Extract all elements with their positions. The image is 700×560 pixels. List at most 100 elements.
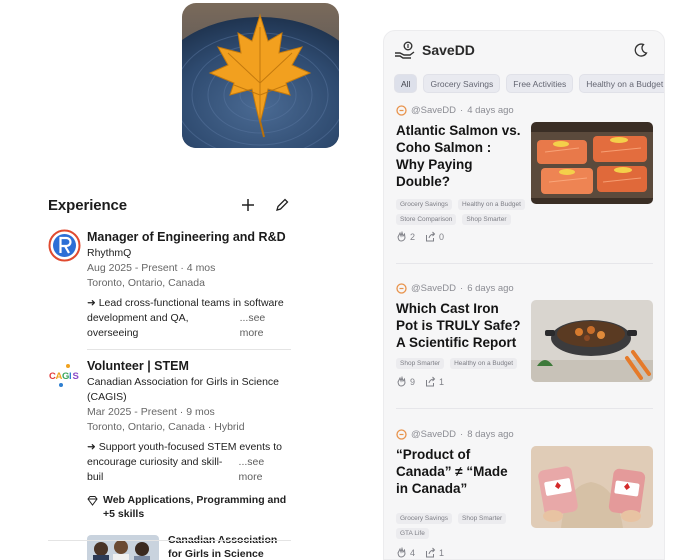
post-title[interactable]: “Product of Canada” ≠ “Made in Canada” (396, 446, 522, 497)
see-more-link[interactable]: ...see more (239, 455, 291, 485)
tag[interactable]: Grocery Savings (396, 513, 453, 524)
post-image-product-of-canada[interactable] (531, 446, 653, 528)
meta-separator: · (460, 428, 464, 440)
like-count: 2 (410, 231, 416, 242)
experience-actions (239, 196, 291, 214)
job-title[interactable]: Manager of Engineering and R&D (87, 229, 291, 246)
post-meta: @SaveDD · 6 days ago (396, 281, 653, 295)
author-avatar-icon (396, 282, 407, 294)
job-description-line: development and QA, overseeing (87, 312, 189, 339)
chip-healthy-on-a-budget[interactable]: Healthy on a Budget (579, 74, 664, 93)
app-header: SaveDD (384, 31, 664, 69)
post-image-salmon[interactable] (531, 122, 653, 204)
svg-text:I: I (69, 371, 72, 382)
like-stat[interactable]: 2 (396, 231, 415, 242)
post-author[interactable]: @SaveDD (411, 283, 456, 294)
chip-grocery-savings[interactable]: Grocery Savings (423, 74, 501, 93)
media-attachment[interactable]: Canadian Association for Girls in Scienc… (87, 533, 291, 560)
skills-text: Web Applications, Programming and +5 ski… (103, 494, 287, 520)
post-age: 6 days ago (467, 282, 514, 294)
job-description: ➜ Lead cross-functional teams in softwar… (87, 296, 291, 341)
tag[interactable]: Healthy on a Budget (450, 358, 518, 369)
author-avatar-icon (396, 104, 407, 116)
tag[interactable]: Shop Smarter (462, 214, 511, 225)
company-name: Canadian Association for Girls in Scienc… (87, 376, 280, 403)
svg-text:S: S (73, 371, 79, 382)
job-description-line: ➜ Support youth-focused STEM events to (87, 441, 282, 453)
clap-icon (397, 547, 406, 558)
tag[interactable]: GTA Life (396, 528, 429, 539)
share-stat[interactable]: 0 (425, 231, 444, 242)
media-title[interactable]: Canadian Association for Girls in Scienc… (168, 533, 291, 560)
experience-item-cagis[interactable]: C A G I S Volunteer | STEM Canadian Asso… (48, 358, 291, 560)
job-location: Toronto, Ontario, Canada (87, 277, 205, 289)
experience-section: Experience Manager of Engineering and R&… (48, 190, 291, 560)
share-icon (426, 376, 436, 387)
clap-icon (397, 376, 406, 387)
tag[interactable]: Shop Smarter (396, 358, 445, 369)
share-icon (426, 547, 436, 558)
share-count: 1 (439, 376, 445, 387)
post-card[interactable]: @SaveDD · 6 days ago Which Cast Iron Pot… (396, 281, 653, 411)
post-title[interactable]: Which Cast Iron Pot is TRULY Safe? A Sci… (396, 300, 522, 351)
like-count: 9 (410, 376, 416, 387)
post-tags: Grocery Savings Healthy on a Budget Stor… (396, 199, 526, 225)
brand[interactable]: SaveDD (394, 41, 475, 59)
company-name: RhythmQ (87, 247, 132, 259)
see-more-link[interactable]: ...see more (240, 311, 291, 341)
experience-title: Experience (48, 196, 128, 214)
job-description-line: ➜ Lead cross-functional teams in softwar… (87, 297, 284, 309)
tag[interactable]: Grocery Savings (396, 199, 453, 210)
job-dates: Aug 2025 - Present · 4 mos (87, 262, 216, 274)
meta-separator: · (460, 282, 464, 294)
tag[interactable]: Healthy on a Budget (458, 199, 525, 210)
divider (48, 540, 291, 541)
chip-free-activities[interactable]: Free Activities (506, 74, 574, 93)
post-age: 8 days ago (467, 428, 514, 440)
post-divider (396, 263, 653, 264)
app-name: SaveDD (422, 42, 475, 58)
add-icon[interactable] (239, 196, 257, 214)
post-divider (396, 408, 653, 409)
job-description-row: encourage curiosity and skill-buil ...se… (87, 455, 291, 485)
tag[interactable]: Shop Smarter (458, 513, 507, 524)
post-age: 4 days ago (467, 104, 514, 116)
post-title[interactable]: Atlantic Salmon vs. Coho Salmon : Why Pa… (396, 122, 522, 190)
like-stat[interactable]: 4 (396, 547, 415, 558)
post-card[interactable]: @SaveDD · 8 days ago “Product of Canada”… (396, 427, 653, 558)
rhythmq-logo-icon (48, 229, 81, 262)
savedd-logo-icon (395, 41, 415, 59)
savedd-app-window: SaveDD All Grocery Savings Free Activiti… (383, 30, 665, 560)
post-stats: 9 1 (396, 376, 444, 387)
media-thumbnail[interactable] (87, 535, 159, 560)
job-description-line: encourage curiosity and skill-buil (87, 456, 223, 483)
job-description: ➜ Support youth-focused STEM events to e… (87, 440, 291, 485)
job-location: Toronto, Ontario, Canada · Hybrid (87, 421, 245, 433)
job-dates: Mar 2025 - Present · 9 mos (87, 406, 215, 418)
job-description-row: development and QA, overseeing ...see mo… (87, 311, 291, 341)
skills-row[interactable]: Web Applications, Programming and +5 ski… (87, 493, 291, 521)
post-author[interactable]: @SaveDD (411, 429, 456, 440)
share-stat[interactable]: 1 (425, 547, 444, 558)
dark-mode-moon-icon[interactable] (632, 41, 650, 59)
diamond-icon (87, 496, 98, 506)
like-count: 4 (410, 547, 416, 558)
post-card[interactable]: @SaveDD · 4 days ago Atlantic Salmon vs.… (396, 103, 653, 253)
divider (87, 349, 291, 350)
post-author[interactable]: @SaveDD (411, 105, 456, 116)
post-tags: Shop Smarter Healthy on a Budget (396, 358, 526, 369)
category-filter-bar: All Grocery Savings Free Activities Heal… (384, 69, 664, 103)
like-stat[interactable]: 9 (396, 376, 415, 387)
job-title[interactable]: Volunteer | STEM (87, 358, 291, 375)
tag[interactable]: Store Comparison (396, 214, 457, 225)
share-stat[interactable]: 1 (425, 376, 444, 387)
post-image-cast-iron-pot[interactable] (531, 300, 653, 382)
experience-item-rhythmq[interactable]: Manager of Engineering and R&D RhythmQ A… (48, 229, 291, 341)
edit-pencil-icon[interactable] (273, 196, 291, 214)
share-count: 1 (439, 547, 445, 558)
post-stats: 2 0 (396, 231, 444, 242)
chip-all[interactable]: All (394, 74, 418, 93)
cagis-logo-icon: C A G I S (48, 358, 81, 391)
maple-leaf-photo (182, 3, 339, 148)
post-meta: @SaveDD · 8 days ago (396, 427, 653, 441)
